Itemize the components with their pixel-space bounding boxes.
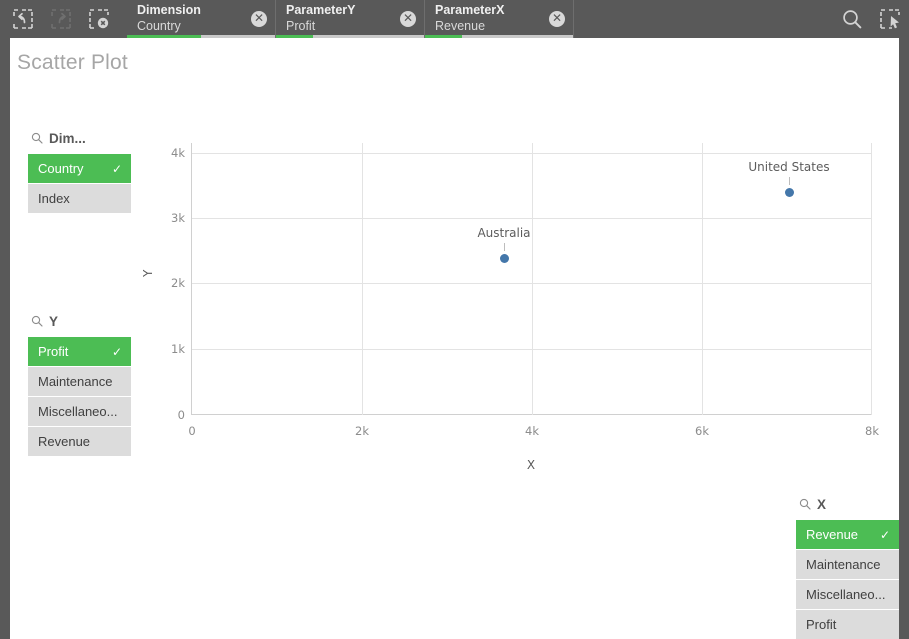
listbox-title: Dim... [49,130,86,146]
selection-chip-parameterx[interactable]: ParameterX Revenue ✕ [425,0,574,38]
listbox-items: Profit ✓ Maintenance Miscellaneo... Reve… [28,337,131,457]
listbox-item-label: Profit [38,344,69,359]
scatter-plot-chart: Y X 4k 3k 2k 1k 0 0 2k 4k 6k 8k United S… [10,38,899,639]
check-icon: ✓ [111,162,122,176]
listbox-item-label: Country [38,161,84,176]
scatter-point-marker [784,187,794,197]
selection-toolbar: Dimension Country ✕ ParameterY Profit ✕ … [0,0,909,38]
step-back-selection-button[interactable] [4,0,42,38]
y-axis-title: Y [141,269,155,277]
selection-chip-list: Dimension Country ✕ ParameterY Profit ✕ … [127,0,828,38]
chip-clear-icon[interactable]: ✕ [400,11,416,27]
listbox-item-miscellaneous[interactable]: Miscellaneo... [796,580,899,610]
gridline-horizontal [192,349,872,350]
listbox-item-revenue[interactable]: Revenue ✓ [796,520,899,550]
selection-forward-icon [51,9,71,29]
listbox-item-label: Profit [806,617,837,632]
listbox-title: X [817,496,827,512]
listbox-items: Country ✓ Index [28,154,131,214]
scatter-point-marker [499,253,509,263]
search-icon[interactable] [31,315,43,327]
y-axis-tick-label: 0 [177,408,185,422]
chip-field-value: Profit [286,19,316,33]
listbox-item-profit[interactable]: Profit ✓ [28,337,131,367]
y-axis-tick-label: 3k [171,211,185,225]
smart-search-button[interactable] [833,0,871,38]
listbox-item-label: Maintenance [806,557,881,572]
listbox-item-label: Index [38,191,70,206]
gridline-vertical [871,143,872,415]
x-axis-tick-label: 2k [355,424,369,438]
listbox-title: Y [49,313,59,329]
plot-area[interactable]: 4k 3k 2k 1k 0 0 2k 4k 6k 8k United State… [171,143,879,438]
search-icon[interactable] [31,132,43,144]
gridline-vertical [532,143,533,415]
step-forward-selection-button[interactable] [42,0,80,38]
listbox-header: Dim... [28,128,131,148]
listbox-x: X Revenue ✓ Maintenance Miscellaneo... P… [796,494,899,639]
page-title: Scatter Plot [17,51,128,74]
listbox-item-label: Revenue [38,434,91,449]
search-icon[interactable] [799,498,811,510]
gridline-vertical [702,143,703,415]
check-icon: ✓ [879,528,890,542]
gridline-horizontal [192,153,872,154]
listbox-item-profit[interactable]: Profit [796,610,899,639]
scatter-point-label: United States [748,160,830,174]
label-connector [504,243,505,251]
chip-field-name: Dimension [137,3,201,17]
listbox-item-label: Miscellaneo... [806,587,886,602]
listbox-item-country[interactable]: Country ✓ [28,154,131,184]
listbox-item-label: Revenue [806,527,859,542]
selection-history-tools [0,0,127,38]
chip-field-name: ParameterY [286,3,356,17]
clear-all-selections-button[interactable] [80,0,118,38]
listbox-item-revenue[interactable]: Revenue [28,427,131,457]
selection-chip-parametery[interactable]: ParameterY Profit ✕ [276,0,425,38]
x-axis-title: X [526,458,536,472]
listbox-header: Y [28,311,131,331]
chip-field-value: Revenue [435,19,486,33]
chip-clear-icon[interactable]: ✕ [251,11,267,27]
listbox-items: Revenue ✓ Maintenance Miscellaneo... Pro… [796,520,899,639]
y-axis-tick-label: 1k [171,342,185,356]
listbox-item-maintenance[interactable]: Maintenance [796,550,899,580]
check-icon: ✓ [111,345,122,359]
gridline-horizontal [192,283,872,284]
listbox-item-label: Miscellaneo... [38,404,118,419]
y-axis-tick-label: 4k [171,146,185,160]
x-axis-tick-label: 4k [525,424,539,438]
chip-clear-icon[interactable]: ✕ [549,11,565,27]
x-axis-tick-label: 8k [865,424,879,438]
y-axis-tick-label: 2k [171,276,185,290]
listbox-dimension: Dim... Country ✓ Index [28,128,131,214]
selection-chip-dimension[interactable]: Dimension Country ✕ [127,0,276,38]
chip-field-value: Country [137,19,181,33]
x-axis-tick-label: 0 [188,424,196,438]
listbox-item-index[interactable]: Index [28,184,131,214]
selection-clear-icon [89,9,109,29]
listbox-item-miscellaneous[interactable]: Miscellaneo... [28,397,131,427]
label-connector [789,177,790,185]
qlik-app-window: Dimension Country ✕ ParameterY Profit ✕ … [0,0,909,639]
listbox-item-label: Maintenance [38,374,113,389]
gridline-horizontal [192,218,872,219]
x-axis-tick-label: 6k [695,424,709,438]
search-icon [841,8,863,30]
listbox-y: Y Profit ✓ Maintenance Miscellaneo... Re… [28,311,131,457]
listbox-header: X [796,494,899,514]
selections-tool-icon [880,9,900,29]
chip-field-name: ParameterX [435,3,505,17]
scatter-point-label: Australia [477,226,531,240]
gridline-vertical [362,143,363,415]
selection-back-icon [13,9,33,29]
sheet-canvas: Scatter Plot Y X 4k 3k 2k 1k 0 0 2k 4k 6… [10,38,899,639]
selections-tool-button[interactable] [871,0,909,38]
listbox-item-maintenance[interactable]: Maintenance [28,367,131,397]
toolbar-right-tools [828,0,909,38]
